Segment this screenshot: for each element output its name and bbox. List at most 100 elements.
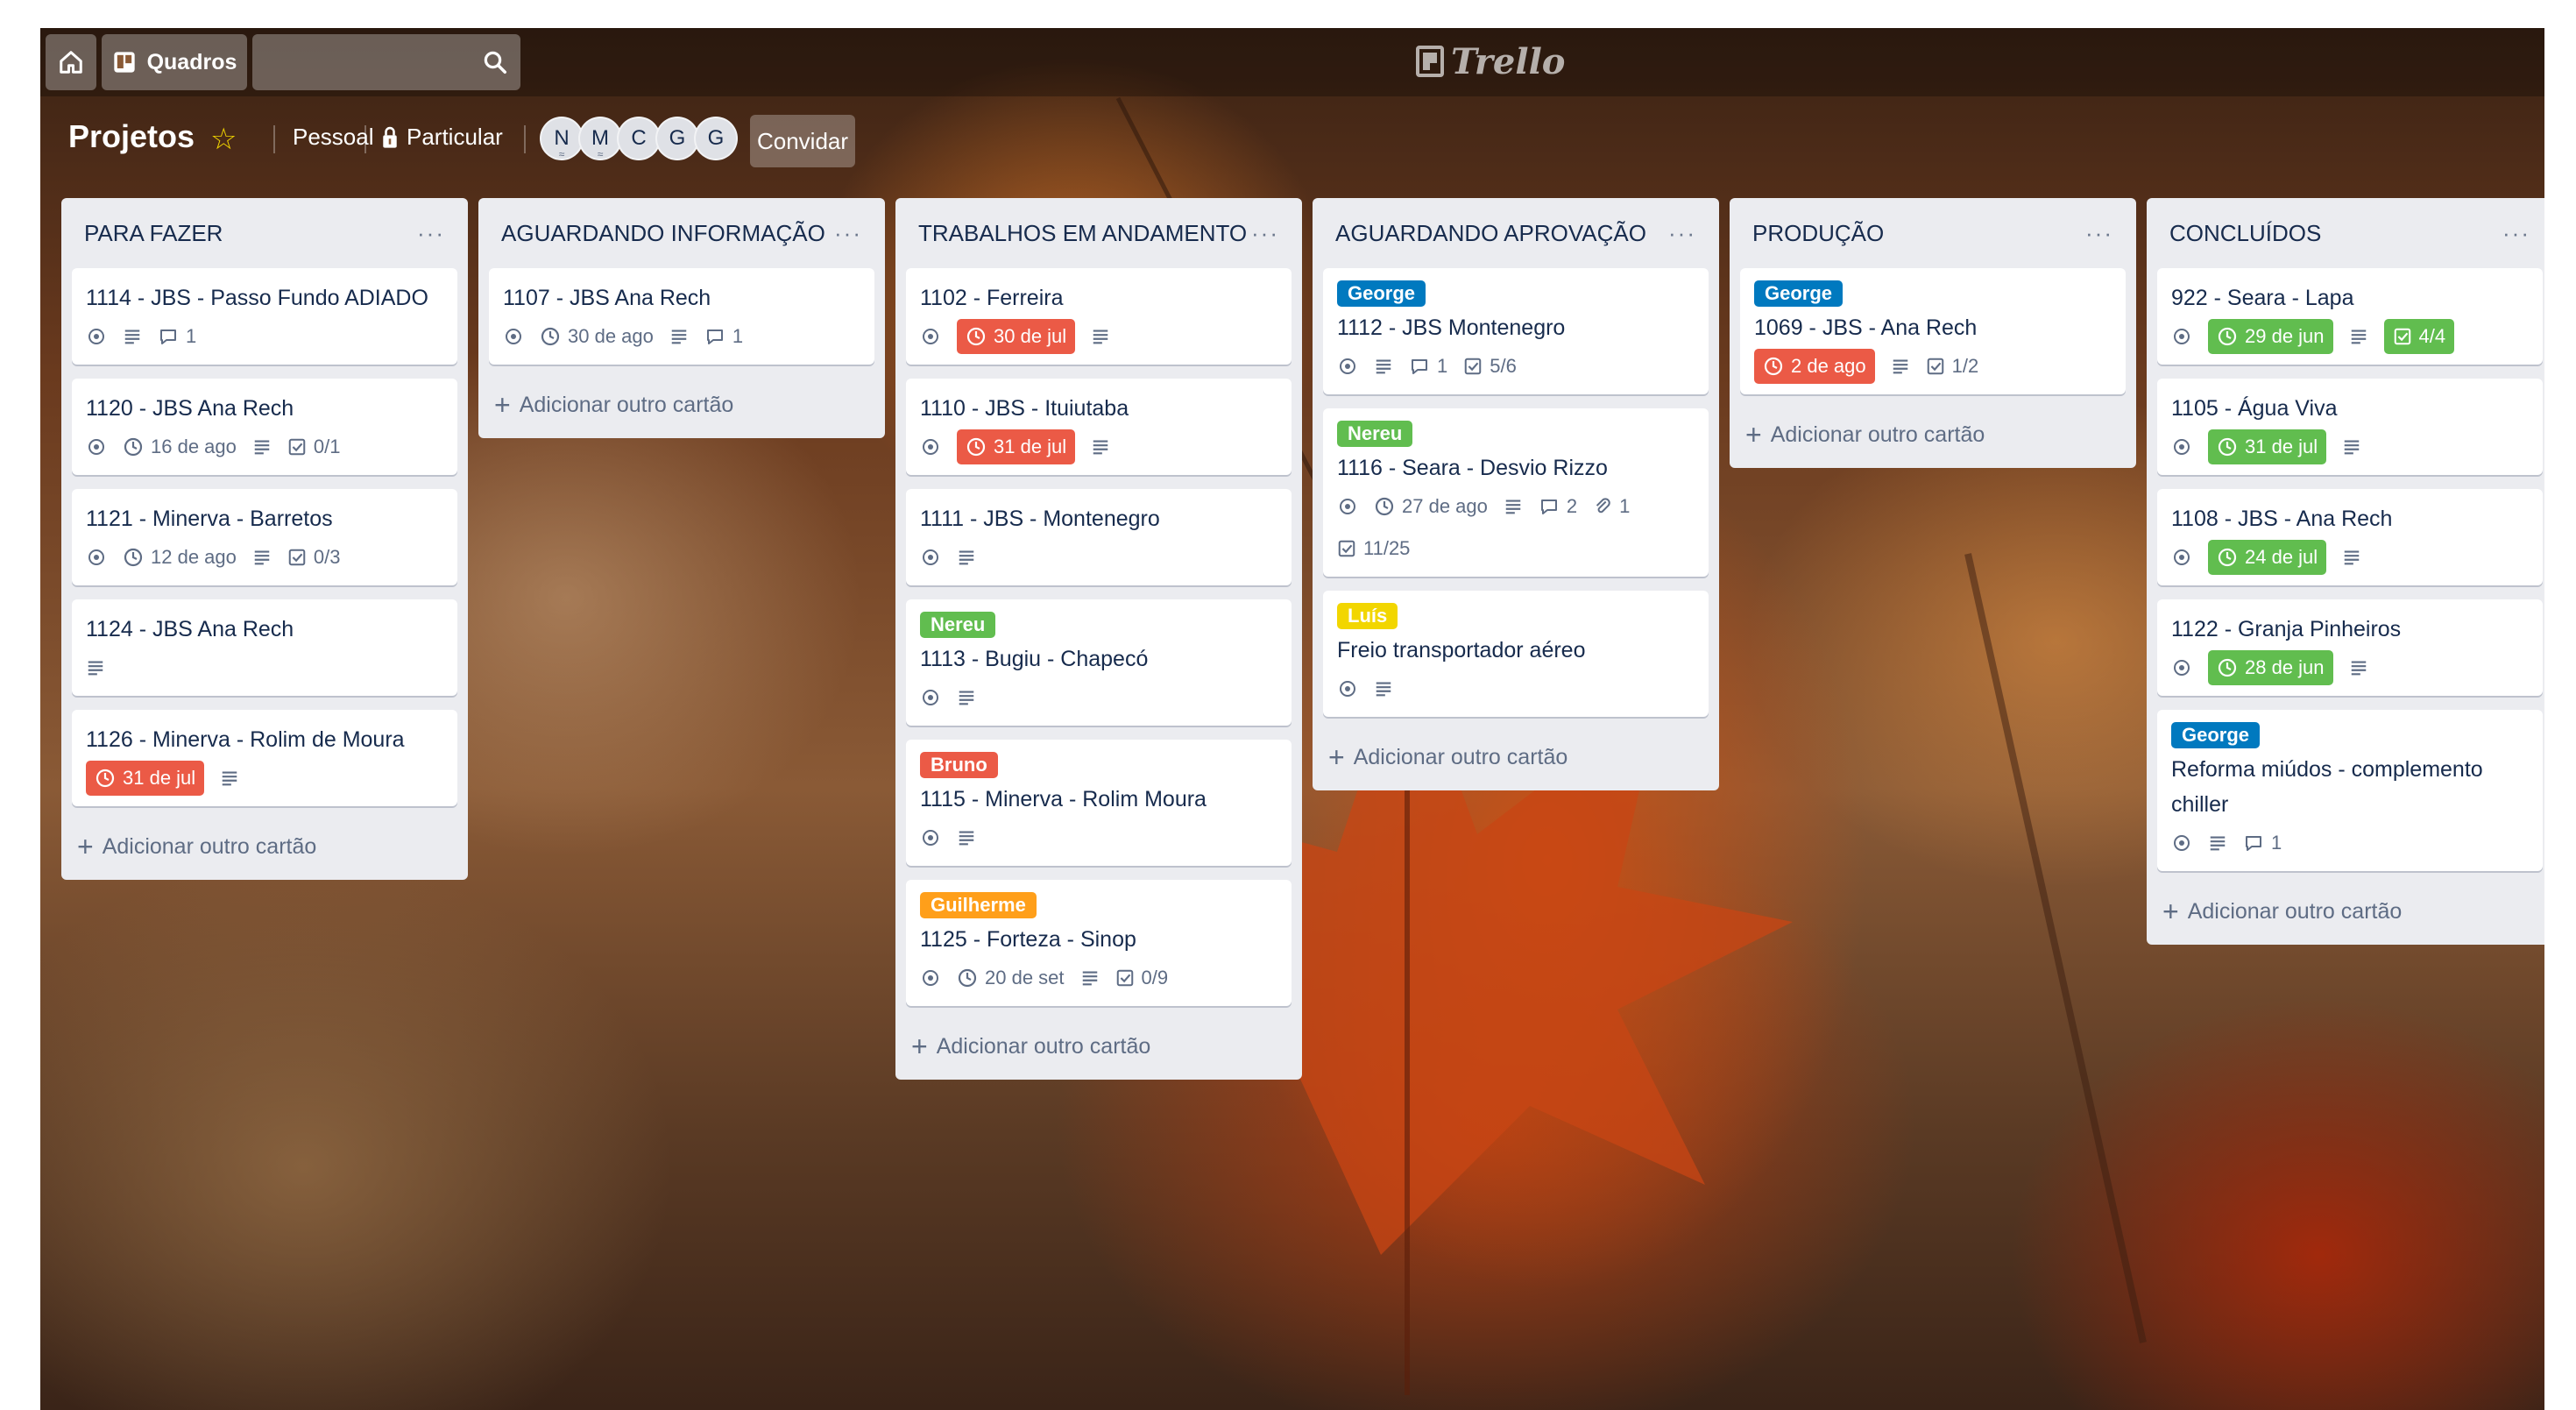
card[interactable]: George 1112 - JBS Montenegro 1 5/6 bbox=[1323, 268, 1709, 394]
comment-icon bbox=[1539, 496, 1560, 517]
card-label[interactable]: Nereu bbox=[920, 612, 996, 638]
due-date-text: 30 de jul bbox=[994, 325, 1067, 347]
list-title[interactable]: TRABALHOS EM ANDAMENTO bbox=[918, 220, 1247, 247]
card-label[interactable]: Guilherme bbox=[920, 892, 1037, 918]
due-date-badge[interactable]: 30 de ago bbox=[540, 325, 654, 348]
invite-button[interactable]: Convidar bbox=[750, 115, 855, 167]
list-menu-button[interactable]: ··· bbox=[2085, 220, 2113, 247]
home-button[interactable] bbox=[46, 34, 96, 90]
card[interactable]: Nereu 1113 - Bugiu - Chapecó bbox=[906, 599, 1292, 726]
due-date-badge[interactable]: 2 de ago bbox=[1754, 349, 1875, 384]
trello-board-app: Quadros Trello Projetos ☆ Pessoal Partic… bbox=[40, 28, 2544, 1410]
avatar[interactable]: M ≈ bbox=[578, 117, 622, 160]
card[interactable]: Luís Freio transportador aéreo bbox=[1323, 591, 1709, 717]
due-date-text: 24 de jul bbox=[2245, 546, 2318, 568]
card[interactable]: 1124 - JBS Ana Rech bbox=[72, 599, 457, 696]
list-menu-button[interactable]: ··· bbox=[834, 220, 862, 247]
due-date-text: 12 de ago bbox=[151, 546, 237, 568]
card[interactable]: 1107 - JBS Ana Rech 30 de ago 1 bbox=[489, 268, 874, 365]
checklist-count: 1/2 bbox=[1951, 355, 1979, 377]
list-title[interactable]: CONCLUÍDOS bbox=[2169, 220, 2321, 247]
due-date-badge[interactable]: 28 de jun bbox=[2208, 650, 2333, 685]
add-card-button[interactable]: + Adicionar outro cartão bbox=[1323, 731, 1709, 783]
due-date-badge[interactable]: 20 de set bbox=[957, 967, 1065, 989]
card[interactable]: Guilherme 1125 - Forteza - Sinop 20 de set… bbox=[906, 880, 1292, 1006]
comments-count: 1 bbox=[732, 325, 744, 347]
due-date-badge[interactable]: 29 de jun bbox=[2208, 319, 2333, 354]
due-date-badge[interactable]: 16 de ago bbox=[123, 436, 237, 458]
avatar[interactable]: G bbox=[694, 117, 738, 160]
card-title: 1108 - JBS - Ana Rech bbox=[2171, 507, 2393, 531]
due-date-badge[interactable]: 31 de jul bbox=[2208, 429, 2327, 464]
card[interactable]: 1111 - JBS - Montenegro bbox=[906, 489, 1292, 585]
card-label[interactable]: Nereu bbox=[1337, 421, 1413, 447]
due-date-badge[interactable]: 31 de jul bbox=[86, 761, 205, 796]
list-menu-button[interactable]: ··· bbox=[1251, 220, 1279, 247]
due-date-badge[interactable]: 12 de ago bbox=[123, 546, 237, 569]
trello-logo[interactable]: Trello bbox=[1416, 35, 1565, 88]
card-badges bbox=[920, 677, 1277, 719]
watch-icon bbox=[86, 436, 107, 457]
card[interactable]: 1120 - JBS Ana Rech 16 de ago 0/1 bbox=[72, 379, 457, 475]
card-label[interactable]: George bbox=[1337, 280, 1426, 307]
description-icon bbox=[1891, 357, 1910, 376]
card[interactable]: 1114 - JBS - Passo Fundo ADIADO 1 bbox=[72, 268, 457, 365]
card[interactable]: 1108 - JBS - Ana Rech 24 de jul bbox=[2157, 489, 2543, 585]
add-card-button[interactable]: + Adicionar outro cartão bbox=[489, 379, 874, 431]
card-title: 1112 - JBS Montenegro bbox=[1337, 315, 1566, 340]
list: AGUARDANDO APROVAÇÃO ··· George 1112 - JBS … bbox=[1313, 198, 1719, 790]
due-date-badge[interactable]: 30 de jul bbox=[957, 319, 1076, 354]
due-date-badge[interactable]: 24 de jul bbox=[2208, 540, 2327, 575]
card[interactable]: Nereu 1116 - Seara - Desvio Rizzo 27 de ag… bbox=[1323, 408, 1709, 577]
card[interactable]: Bruno 1115 - Minerva - Rolim Moura bbox=[906, 740, 1292, 866]
avatar[interactable]: C bbox=[617, 117, 661, 160]
list-title[interactable]: PARA FAZER bbox=[84, 220, 223, 247]
star-icon[interactable]: ☆ bbox=[210, 122, 237, 157]
card[interactable]: 1126 - Minerva - Rolim de Moura 31 de jul bbox=[72, 710, 457, 806]
search-input[interactable] bbox=[252, 34, 520, 90]
card-title: 1116 - Seara - Desvio Rizzo bbox=[1337, 456, 1608, 480]
board-title[interactable]: Projetos bbox=[68, 118, 195, 155]
list-title[interactable]: AGUARDANDO INFORMAÇÃO bbox=[501, 220, 825, 247]
boards-button[interactable]: Quadros bbox=[102, 34, 247, 90]
card-title: 922 - Seara - Lapa bbox=[2171, 286, 2354, 310]
card[interactable]: 1121 - Minerva - Barretos 12 de ago 0/3 bbox=[72, 489, 457, 585]
card[interactable]: 1102 - Ferreira 30 de jul bbox=[906, 268, 1292, 365]
list-title[interactable]: AGUARDANDO APROVAÇÃO bbox=[1335, 220, 1646, 247]
due-date-badge[interactable]: 27 de ago bbox=[1374, 495, 1488, 518]
add-card-button[interactable]: + Adicionar outro cartão bbox=[1740, 408, 2126, 461]
watch-icon bbox=[920, 687, 941, 708]
card-label[interactable]: Bruno bbox=[920, 752, 998, 778]
trello-logo-icon bbox=[1416, 46, 1444, 77]
card-label[interactable]: George bbox=[1754, 280, 1844, 307]
card-badges: 20 de set 0/9 bbox=[920, 957, 1277, 999]
card-badges bbox=[920, 536, 1277, 578]
add-card-button[interactable]: + Adicionar outro cartão bbox=[906, 1020, 1292, 1073]
card-badges: 2 de ago 1/2 bbox=[1754, 345, 2112, 387]
card[interactable]: 1122 - Granja Pinheiros 28 de jun bbox=[2157, 599, 2543, 696]
avatar[interactable]: N ≈ bbox=[540, 117, 584, 160]
avatar[interactable]: G bbox=[655, 117, 699, 160]
visibility-button[interactable]: Particular bbox=[407, 124, 503, 151]
team-button[interactable]: Pessoal bbox=[293, 124, 374, 151]
list: PARA FAZER ··· 1114 - JBS - Passo Fundo AD… bbox=[61, 198, 468, 880]
card[interactable]: 1110 - JBS - Ituiutaba 31 de jul bbox=[906, 379, 1292, 475]
card-title: 1124 - JBS Ana Rech bbox=[86, 617, 294, 641]
list-menu-button[interactable]: ··· bbox=[2502, 220, 2530, 247]
add-card-button[interactable]: + Adicionar outro cartão bbox=[2157, 885, 2543, 938]
add-card-label: Adicionar outro cartão bbox=[2187, 898, 2403, 924]
list-menu-button[interactable]: ··· bbox=[417, 220, 445, 247]
card[interactable]: 922 - Seara - Lapa 29 de jun 4/4 bbox=[2157, 268, 2543, 365]
checklist-icon bbox=[1337, 539, 1356, 558]
card-label[interactable]: Luís bbox=[1337, 603, 1398, 629]
card[interactable]: George 1069 - JBS - Ana Rech 2 de ago 1/2 bbox=[1740, 268, 2126, 394]
list-menu-button[interactable]: ··· bbox=[1668, 220, 1696, 247]
card-label[interactable]: George bbox=[2171, 722, 2261, 748]
card-title: 1105 - Água Viva bbox=[2171, 396, 2338, 421]
due-date-badge[interactable]: 31 de jul bbox=[957, 429, 1076, 464]
card-title: 1115 - Minerva - Rolim Moura bbox=[920, 787, 1207, 811]
add-card-button[interactable]: + Adicionar outro cartão bbox=[72, 820, 457, 873]
card[interactable]: 1105 - Água Viva 31 de jul bbox=[2157, 379, 2543, 475]
card[interactable]: George Reforma miúdos - complemento chill… bbox=[2157, 710, 2543, 871]
list-title[interactable]: PRODUÇÃO bbox=[1752, 220, 1884, 247]
